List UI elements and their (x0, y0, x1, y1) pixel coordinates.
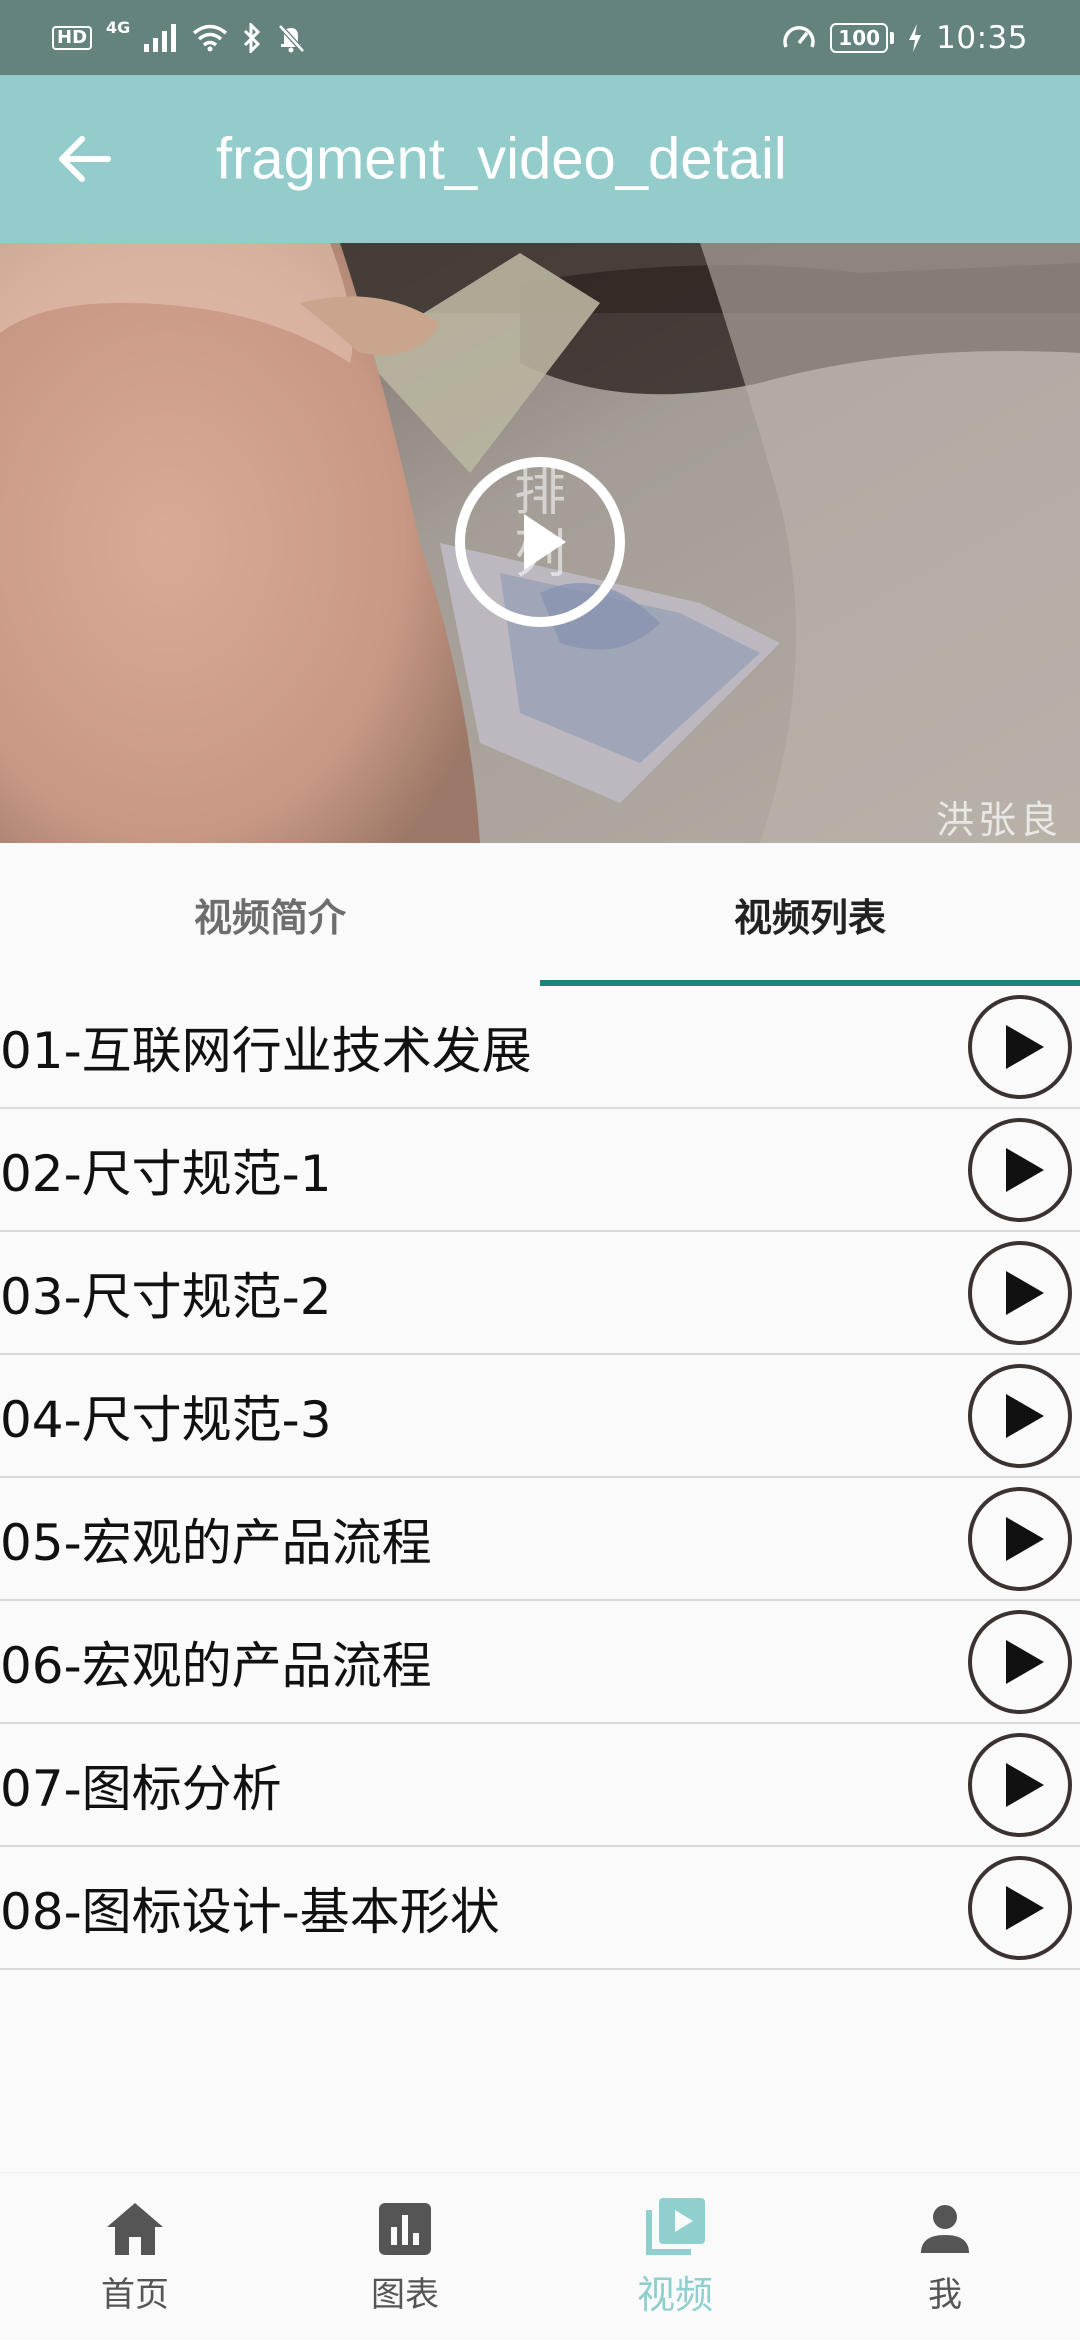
play-circle-icon[interactable] (966, 1485, 1074, 1593)
play-circle-icon[interactable] (966, 1731, 1074, 1839)
video-library-icon (646, 2198, 705, 2255)
list-item[interactable]: 02-尺寸规范-1 (0, 1109, 1080, 1232)
battery-tip (890, 31, 895, 44)
tab-video-list[interactable]: 视频列表 (540, 843, 1080, 986)
list-item[interactable]: 05-宏观的产品流程 (0, 1478, 1080, 1601)
list-item[interactable]: 01-互联网行业技术发展 (0, 986, 1080, 1109)
nav-item-home[interactable]: 首页 (0, 2173, 270, 2340)
nav-label-me: 我 (928, 2275, 962, 2315)
bluetooth-icon (244, 22, 261, 53)
nav-item-video[interactable]: 视频 (540, 2173, 810, 2340)
tab-bar: 视频简介 视频列表 (0, 843, 1080, 986)
nav-item-chart[interactable]: 图表 (270, 2173, 540, 2340)
play-circle-icon[interactable] (966, 1362, 1074, 1470)
play-circle-icon[interactable] (966, 993, 1074, 1101)
play-circle-icon[interactable] (966, 1239, 1074, 1347)
nav-label-home: 首页 (101, 2275, 169, 2315)
list-item[interactable]: 08-图标设计-基本形状 (0, 1847, 1080, 1970)
app-bar: fragment_video_detail (0, 75, 1080, 243)
list-item[interactable]: 06-宏观的产品流程 (0, 1601, 1080, 1724)
play-circle-icon[interactable] (966, 1116, 1074, 1224)
back-button[interactable] (44, 119, 124, 199)
list-item[interactable]: 07-图标分析 (0, 1724, 1080, 1847)
page-title: fragment_video_detail (216, 126, 787, 192)
signal-icon (144, 23, 177, 52)
video-watermark: 洪张良 (935, 798, 1062, 842)
wifi-icon (193, 24, 228, 51)
home-icon (107, 2203, 163, 2255)
status-left: HD 4G (52, 18, 306, 53)
list-item-title: 03-尺寸规范-2 (0, 1267, 332, 1326)
network-type-label: 4G (106, 18, 131, 37)
status-bar: HD 4G 100 10:35 (0, 0, 1080, 75)
video-list: 01-互联网行业技术发展 02-尺寸规范-1 03-尺寸规范-2 04-尺寸规范… (0, 986, 1080, 1970)
battery-indicator: 100 (830, 22, 889, 53)
nav-item-me[interactable]: 我 (810, 2173, 1080, 2340)
play-circle-icon[interactable] (966, 1854, 1074, 1962)
list-item-title: 04-尺寸规范-3 (0, 1390, 332, 1449)
list-item[interactable]: 03-尺寸规范-2 (0, 1232, 1080, 1355)
status-time: 10:35 (936, 19, 1028, 56)
speed-gauge-icon (783, 25, 815, 48)
list-item-title: 02-尺寸规范-1 (0, 1144, 332, 1203)
video-player[interactable]: 排 列 洪张良 (0, 243, 1080, 843)
hd-indicator: HD (52, 25, 93, 50)
person-icon (921, 2205, 969, 2253)
nav-label-video: 视频 (636, 2273, 713, 2317)
list-item[interactable]: 04-尺寸规范-3 (0, 1355, 1080, 1478)
bottom-navigation: 首页 图表 视频 我 (0, 2172, 1080, 2340)
chart-icon (379, 2203, 431, 2255)
charging-icon (909, 23, 922, 52)
mute-bell-icon (278, 23, 306, 53)
list-item-title: 06-宏观的产品流程 (0, 1636, 432, 1695)
arrow-back-icon (59, 136, 111, 182)
list-item-title: 05-宏观的产品流程 (0, 1513, 432, 1572)
list-item-title: 08-图标设计-基本形状 (0, 1882, 500, 1941)
play-circle-icon[interactable] (966, 1608, 1074, 1716)
tab-video-intro[interactable]: 视频简介 (0, 843, 540, 986)
play-circle-icon[interactable] (454, 456, 626, 628)
list-item-title: 07-图标分析 (0, 1759, 282, 1818)
nav-label-chart: 图表 (371, 2275, 439, 2315)
list-item-title: 01-互联网行业技术发展 (0, 1021, 532, 1080)
status-right: 100 10:35 (782, 20, 1028, 56)
